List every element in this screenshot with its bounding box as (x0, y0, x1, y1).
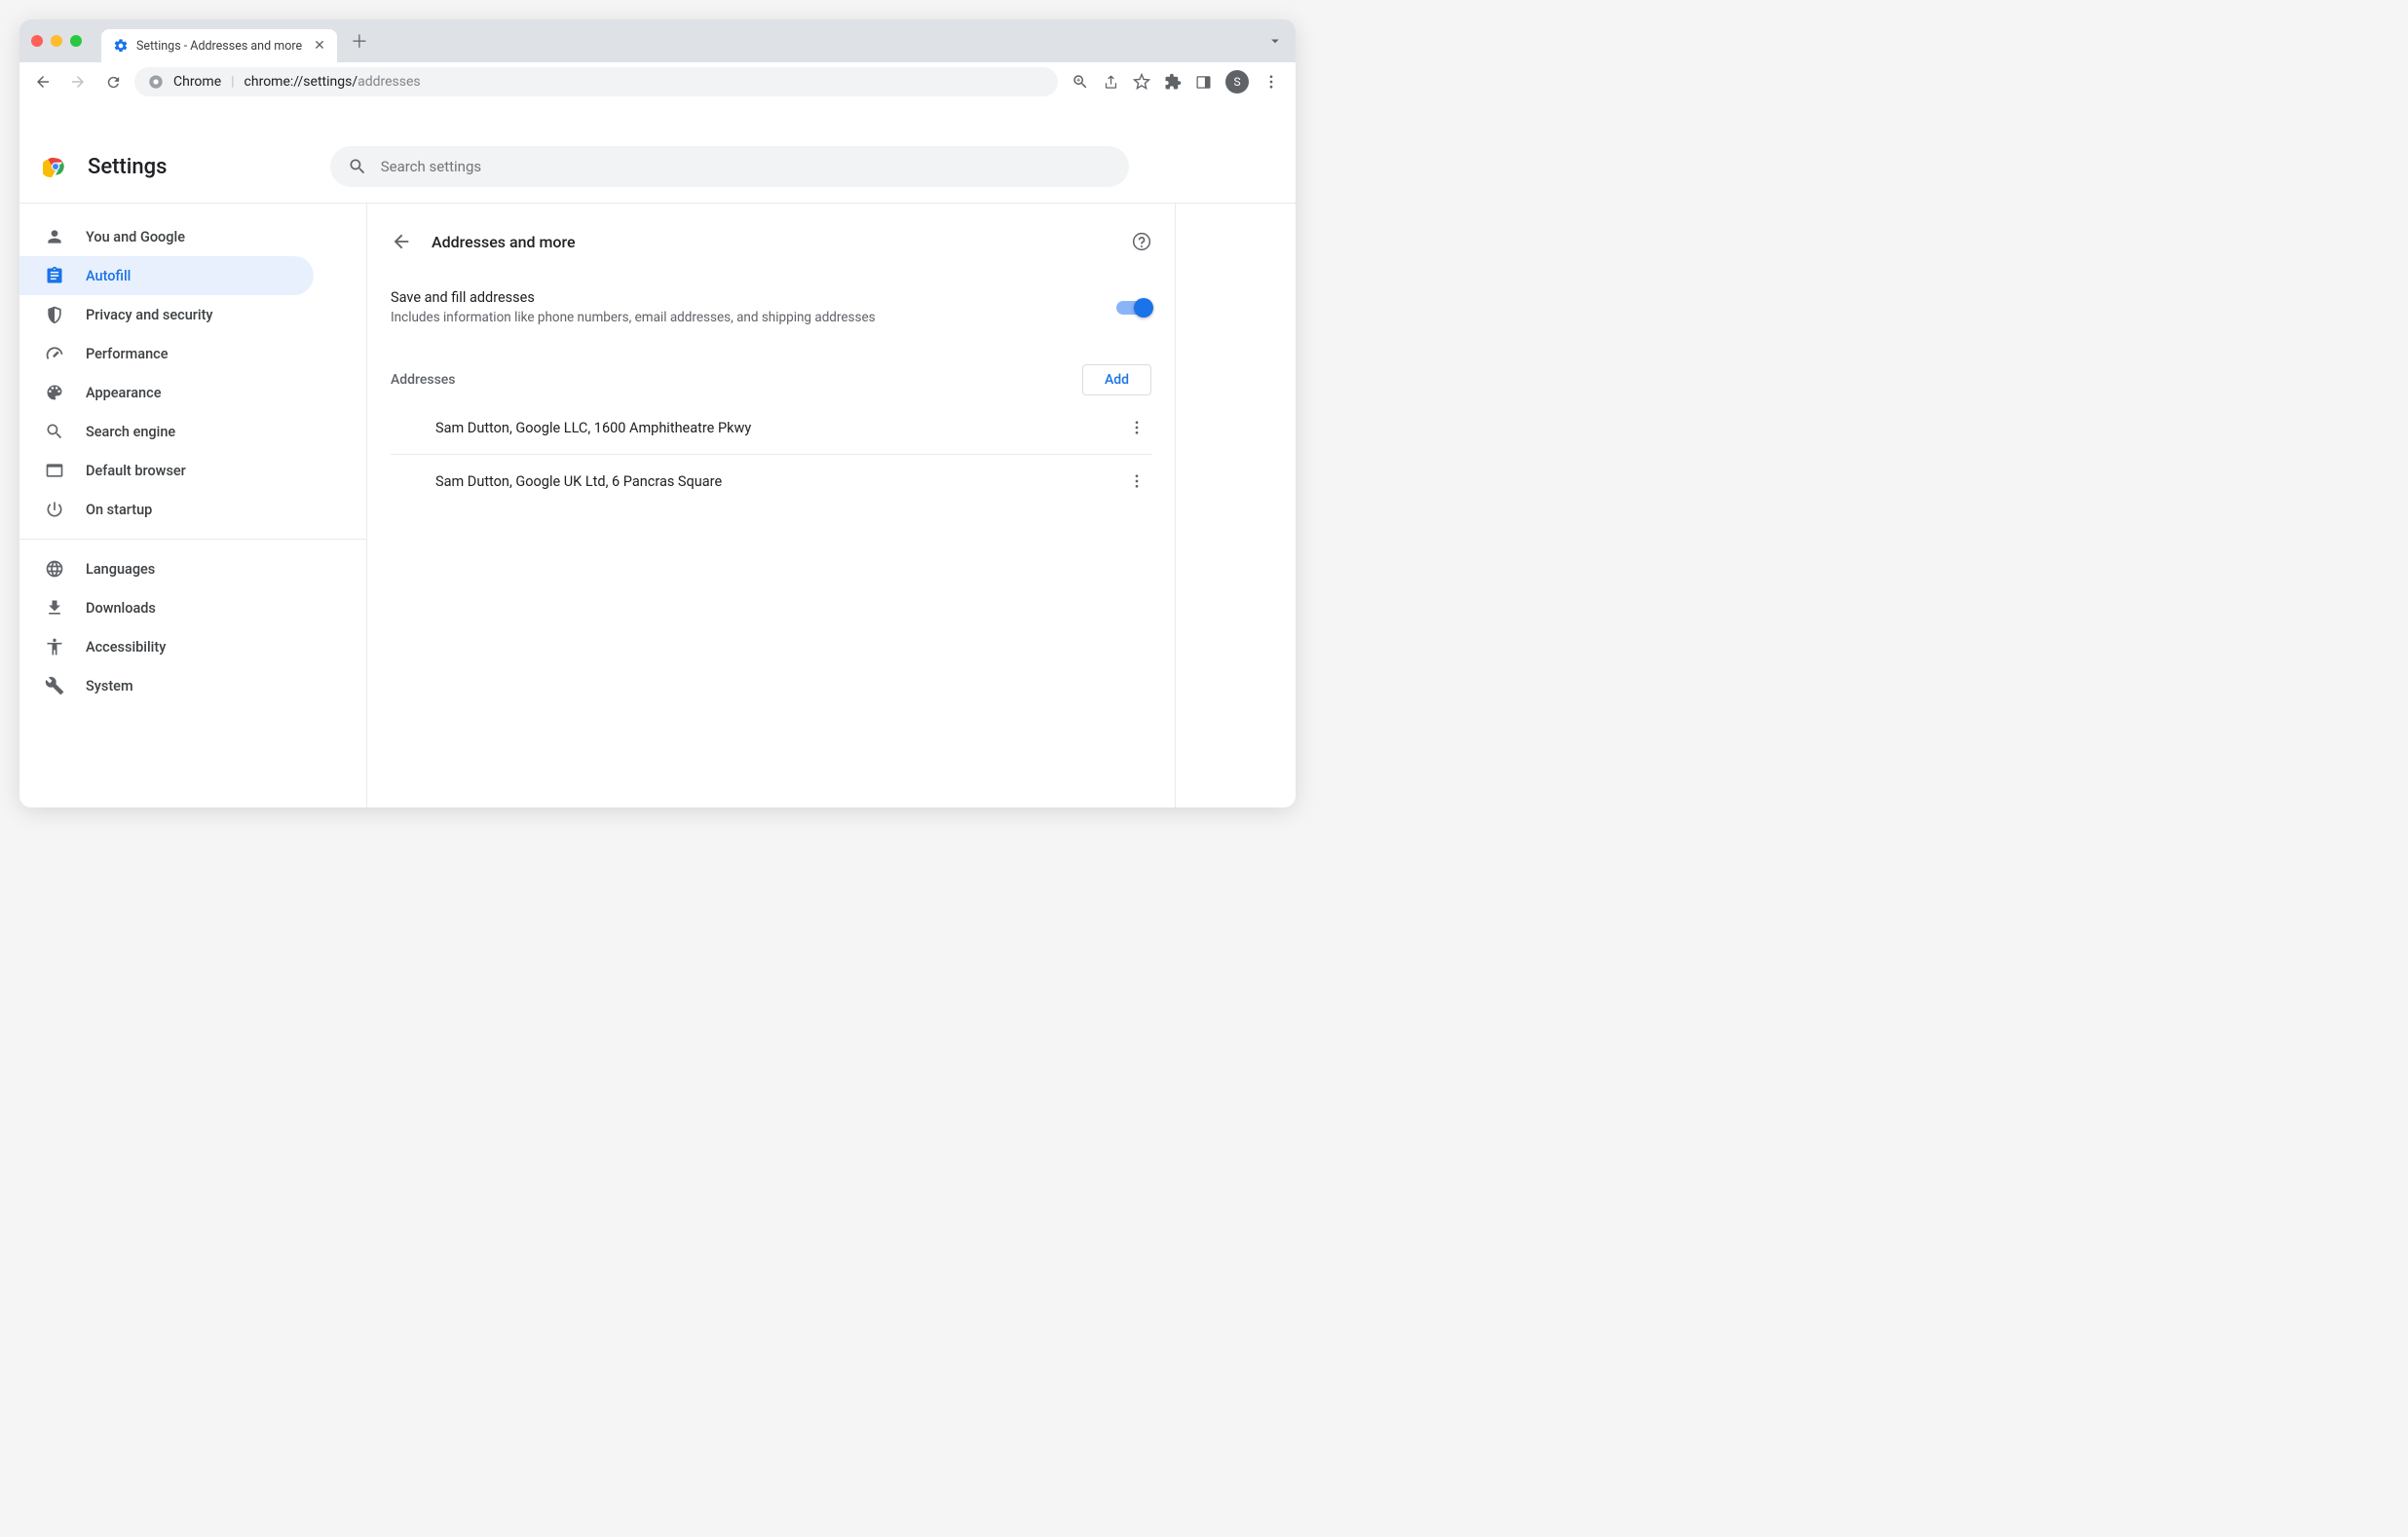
sidebar-item-label: Languages (86, 561, 155, 578)
clipboard-icon (45, 266, 64, 285)
save-fill-toggle[interactable] (1116, 301, 1151, 315)
panel-header: Addresses and more (367, 223, 1175, 276)
power-icon (45, 500, 64, 519)
palette-icon (45, 383, 64, 402)
sidebar-item-label: System (86, 678, 133, 694)
extensions-icon[interactable] (1164, 73, 1182, 91)
sidebar-item-label: You and Google (86, 229, 185, 245)
sidebar-item-system[interactable]: System (19, 666, 314, 705)
sidebar-item-label: Downloads (86, 600, 156, 617)
sidebar-item-label: Default browser (86, 463, 186, 479)
gear-icon (113, 38, 129, 54)
help-icon[interactable] (1132, 232, 1151, 251)
download-icon (45, 598, 64, 618)
toolbar: Chrome | chrome://settings/addresses S (19, 62, 1296, 101)
titlebar: Settings - Addresses and more ✕ ＋ (19, 19, 1296, 62)
page-title: Addresses and more (432, 233, 576, 251)
reload-button[interactable] (99, 68, 127, 95)
search-settings[interactable] (330, 146, 1129, 187)
addresses-label: Addresses (391, 372, 456, 388)
sidebar: You and Google Autofill Privacy and secu… (19, 204, 367, 807)
app-title: Settings (88, 155, 167, 179)
toggle-subtitle: Includes information like phone numbers,… (391, 310, 876, 325)
new-tab-button[interactable]: ＋ (351, 28, 368, 54)
sidebar-item-label: Appearance (86, 385, 161, 401)
sidebar-item-privacy[interactable]: Privacy and security (19, 295, 314, 334)
sidebar-item-performance[interactable]: Performance (19, 334, 314, 373)
search-icon (348, 157, 367, 176)
settings-panel: Addresses and more Save and fill address… (367, 204, 1176, 807)
browser-icon (45, 461, 64, 480)
maximize-window-button[interactable] (70, 35, 82, 47)
forward-button[interactable] (64, 68, 92, 95)
sidebar-item-label: Search engine (86, 424, 175, 440)
profile-avatar[interactable]: S (1225, 70, 1249, 94)
save-fill-toggle-row: Save and fill addresses Includes informa… (391, 276, 1151, 345)
sidebar-item-default-browser[interactable]: Default browser (19, 451, 314, 490)
address-row[interactable]: Sam Dutton, Google UK Ltd, 6 Pancras Squ… (391, 455, 1151, 507)
addresses-heading: Addresses Add (391, 345, 1151, 401)
close-tab-icon[interactable]: ✕ (314, 38, 325, 54)
share-icon[interactable] (1103, 74, 1119, 91)
sidebar-item-search-engine[interactable]: Search engine (19, 412, 314, 451)
minimize-window-button[interactable] (51, 35, 62, 47)
address-text: Sam Dutton, Google UK Ltd, 6 Pancras Squ… (435, 473, 722, 490)
accessibility-icon (45, 637, 64, 656)
add-address-button[interactable]: Add (1082, 364, 1151, 395)
bookmark-icon[interactable] (1133, 73, 1150, 91)
zoom-icon[interactable] (1072, 73, 1089, 91)
columns: You and Google Autofill Privacy and secu… (19, 204, 1296, 807)
browser-menu-icon[interactable] (1262, 73, 1280, 91)
search-icon (45, 422, 64, 441)
sidebar-item-label: Privacy and security (86, 307, 213, 323)
sidebar-item-downloads[interactable]: Downloads (19, 588, 314, 627)
main: Addresses and more Save and fill address… (367, 204, 1296, 807)
sidebar-item-languages[interactable]: Languages (19, 549, 314, 588)
window-controls (31, 35, 82, 47)
back-icon[interactable] (391, 231, 412, 252)
sidebar-item-autofill[interactable]: Autofill (19, 256, 314, 295)
browser-tab[interactable]: Settings - Addresses and more ✕ (101, 29, 337, 62)
speedometer-icon (45, 344, 64, 363)
address-text: Sam Dutton, Google LLC, 1600 Amphitheatr… (435, 420, 751, 436)
more-actions-icon[interactable] (1128, 472, 1151, 490)
sidebar-item-accessibility[interactable]: Accessibility (19, 627, 314, 666)
url-product-label: Chrome (173, 74, 221, 90)
tabs-menu-icon[interactable] (1266, 32, 1284, 50)
chrome-logo-icon (43, 154, 68, 179)
toolbar-actions: S (1066, 70, 1286, 94)
tab-title: Settings - Addresses and more (136, 39, 302, 54)
browser-window: Settings - Addresses and more ✕ ＋ Chrome… (19, 19, 1296, 807)
sidebar-separator (19, 539, 366, 540)
sidebar-item-appearance[interactable]: Appearance (19, 373, 314, 412)
sidebar-item-label: Autofill (86, 268, 131, 284)
chrome-icon (148, 74, 164, 90)
sidebar-item-label: On startup (86, 502, 152, 518)
sidebar-item-label: Accessibility (86, 639, 166, 656)
side-panel-icon[interactable] (1195, 74, 1212, 91)
more-actions-icon[interactable] (1128, 419, 1151, 436)
globe-icon (45, 559, 64, 579)
person-icon (45, 227, 64, 246)
shield-icon (45, 305, 64, 324)
toggle-title: Save and fill addresses (391, 289, 876, 306)
close-window-button[interactable] (31, 35, 43, 47)
sidebar-item-you-and-google[interactable]: You and Google (19, 217, 314, 256)
sidebar-item-on-startup[interactable]: On startup (19, 490, 314, 529)
app-header: Settings (19, 131, 1296, 204)
address-row[interactable]: Sam Dutton, Google LLC, 1600 Amphitheatr… (391, 401, 1151, 455)
back-button[interactable] (29, 68, 56, 95)
sidebar-item-label: Performance (86, 346, 169, 362)
wrench-icon (45, 676, 64, 695)
search-input[interactable] (381, 158, 1111, 175)
address-bar[interactable]: Chrome | chrome://settings/addresses (134, 67, 1058, 96)
app-shell: Settings You and Google Autofill (19, 101, 1296, 807)
